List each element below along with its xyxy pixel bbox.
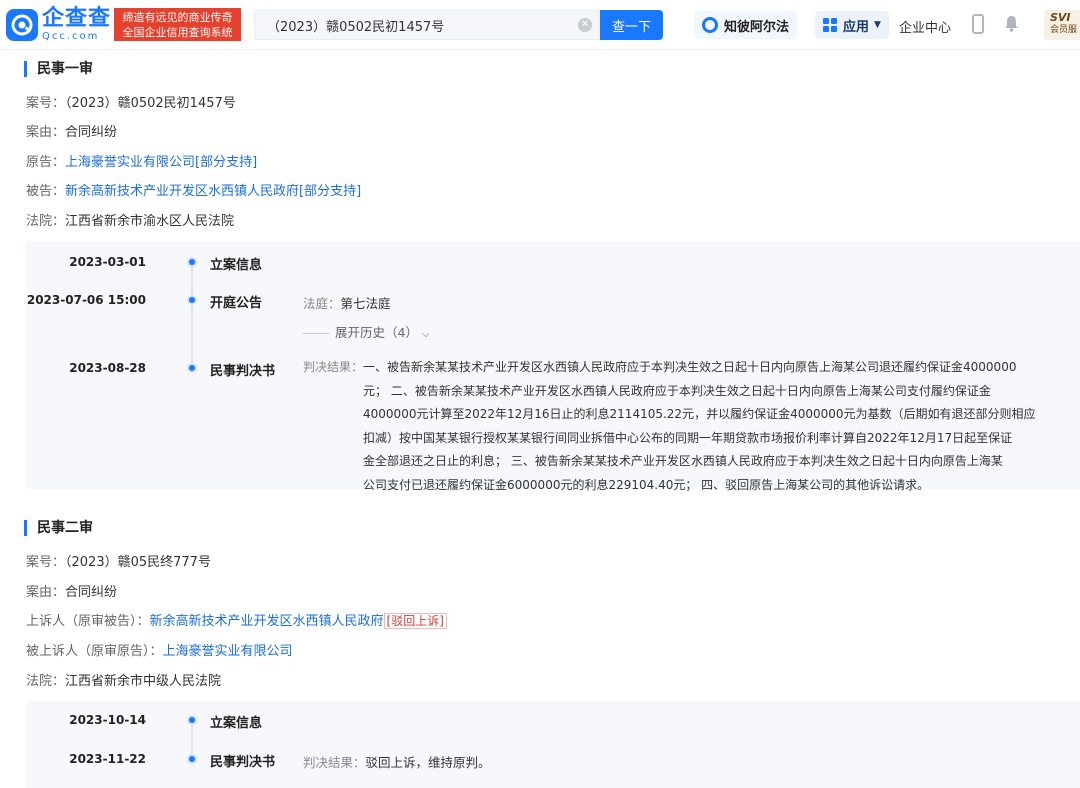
hearing-detail: 法庭：第七法庭 — [303, 293, 391, 312]
timeline-panel-second: 2023-10-14 立案信息 2023-11-22 民事判决书 判决结果：驳回… — [26, 701, 1080, 788]
plaintiff-row: 原告：上海豪誉实业有限公司[部分支持] — [26, 151, 257, 170]
appellee-label: 被上诉人（原审原告）： — [26, 644, 163, 659]
judgment-line: 扣减）按中国某某银行授权某某银行间同业拆借中心公布的同期一年期贷款市场报价利率计… — [363, 430, 1013, 445]
case-number-value: （2023）赣05民终777号 — [65, 555, 211, 570]
logo-icon — [6, 9, 38, 41]
timeline-line — [191, 261, 193, 369]
phone-icon[interactable] — [972, 14, 984, 34]
court-row: 法院：江西省新余市渝水区人民法院 — [26, 210, 234, 229]
plaintiff-result-tag: [部分支持] — [195, 155, 258, 170]
defendant-label: 被告： — [26, 184, 66, 199]
judgment-line: 元； 二、被告新余某某技术产业开发区水西镇人民政府应于本判决生效之日起十日内向原… — [363, 383, 991, 398]
court-row: 法院：江西省新余市中级人民法院 — [26, 670, 221, 689]
zhibi-label: 知彼阿尔法 — [724, 19, 790, 35]
appellee-row: 被上诉人（原审原告）：上海豪誉实业有限公司 — [26, 640, 293, 659]
appeal-result-tag: [驳回上诉] — [383, 613, 447, 629]
case-number-label: 案号： — [26, 555, 66, 570]
bell-icon[interactable] — [1004, 15, 1019, 32]
defendant-row: 被告：新余高新技术产业开发区水西镇人民政府[部分支持] — [26, 180, 361, 199]
svip-title: SVI — [1050, 11, 1071, 24]
judgment-result: 判决结果： 一、被告新余某某技术产业开发区水西镇人民政府应于本判决生效之日起十日… — [303, 356, 1073, 497]
timeline-dot — [187, 715, 197, 725]
clear-icon[interactable]: ✕ — [578, 18, 592, 32]
section-title-first-instance: 民事一审 — [24, 61, 93, 77]
search-box: ✕ — [254, 10, 600, 40]
timeline-type: 立案信息 — [210, 716, 263, 731]
logo-en-text: Qcc.com — [42, 31, 100, 42]
case-number-row: 案号：（2023）赣0502民初1457号 — [26, 92, 236, 111]
judgment-line: 公司支付已退还履约保证金6000000元的利息229104.40元； 四、驳回原… — [363, 477, 930, 492]
timeline-date: 2023-03-01 — [69, 255, 146, 269]
appellant-label: 上诉人（原审被告）： — [26, 614, 150, 629]
case-cause-value: 合同纠纷 — [65, 125, 118, 140]
appellant-link[interactable]: 新余高新技术产业开发区水西镇人民政府 — [150, 614, 384, 629]
search-input[interactable] — [255, 11, 575, 39]
defendant-link[interactable]: 新余高新技术产业开发区水西镇人民政府 — [65, 184, 299, 199]
svip-subtitle: 会员服 — [1050, 25, 1078, 35]
app-menu-button[interactable]: 应用 ▼ — [815, 11, 889, 39]
case-cause-label: 案由： — [26, 585, 66, 600]
court-value: 江西省新余市渝水区人民法院 — [65, 214, 235, 229]
caret-down-icon: ▼ — [874, 20, 881, 30]
timeline-dot — [187, 295, 197, 305]
timeline-date: 2023-10-14 — [69, 713, 146, 727]
court-label: 法院： — [26, 214, 66, 229]
zhibi-logo-icon — [702, 17, 718, 33]
section-title-second-instance: 民事二审 — [24, 520, 93, 536]
expand-history-label: 展开历史（4） — [335, 325, 418, 340]
judgment-result-label: 判决结果： — [303, 755, 366, 770]
judgment-result-label: 判决结果： — [303, 360, 364, 374]
timeline-date: 2023-07-06 15:00 — [26, 293, 146, 307]
timeline-date: 2023-11-22 — [69, 752, 146, 766]
timeline-dot — [187, 754, 197, 764]
plaintiff-label: 原告： — [26, 155, 66, 170]
defendant-result-tag: [部分支持] — [299, 184, 362, 199]
timeline-type: 民事判决书 — [210, 755, 276, 770]
dash-line — [303, 333, 329, 334]
courtroom-value: 第七法庭 — [340, 296, 391, 311]
plaintiff-link[interactable]: 上海豪誉实业有限公司 — [65, 155, 195, 170]
timeline-type: 民事判决书 — [210, 364, 276, 379]
case-number-row: 案号：（2023）赣05民终777号 — [26, 551, 211, 570]
chevron-down-icon: ⌵ — [421, 329, 430, 340]
logo-cn-text: 企查查 — [42, 6, 112, 31]
top-header: 企查查 Qcc.com 缔造有远见的商业传奇 全国企业信用查询系统 ✕ 查一下 … — [0, 0, 1080, 50]
court-label: 法院： — [26, 674, 66, 689]
court-value: 江西省新余市中级人民法院 — [65, 674, 222, 689]
timeline-type: 立案信息 — [210, 258, 263, 273]
search-button[interactable]: 查一下 — [600, 10, 663, 40]
case-cause-value: 合同纠纷 — [65, 585, 118, 600]
case-number-label: 案号： — [26, 96, 66, 111]
timeline-dot — [187, 363, 197, 373]
zhibi-alpha-button[interactable]: 知彼阿尔法 — [694, 11, 798, 39]
qcc-logo[interactable]: 企查查 Qcc.com — [6, 8, 111, 42]
timeline-type: 开庭公告 — [210, 296, 263, 311]
grid-icon — [823, 18, 837, 32]
judgment-line: 4000000元计算至2022年12月16日止的利息2114105.22元，并以… — [363, 407, 1036, 421]
svip-badge[interactable]: SVI 会员服 — [1044, 10, 1080, 40]
judgment-result-text: 一、被告新余某某技术产业开发区水西镇人民政府应于本判决生效之日起十日内向原告上海… — [363, 356, 1036, 497]
courtroom-label: 法庭： — [303, 296, 341, 311]
slogan-line-2: 全国企业信用查询系统 — [122, 26, 233, 39]
judgment-result-text: 驳回上诉，维持原判。 — [365, 755, 491, 770]
case-cause-label: 案由： — [26, 125, 66, 140]
judgment-line: 金全部退还之日止的利息； 三、被告新余某某技术产业开发区水西镇人民政府应于本判决… — [363, 454, 1003, 468]
timeline-dot — [187, 257, 197, 267]
slogan-line-1: 缔造有远见的商业传奇 — [122, 11, 233, 24]
judgment-line: 一、被告新余某某技术产业开发区水西镇人民政府应于本判决生效之日起十日内向原告上海… — [363, 360, 1017, 374]
case-number-value: （2023）赣0502民初1457号 — [65, 96, 236, 111]
judgment-result: 判决结果：驳回上诉，维持原判。 — [303, 752, 491, 771]
timeline-date: 2023-08-28 — [69, 361, 146, 375]
enterprise-center-link[interactable]: 企业中心 — [899, 17, 951, 36]
case-cause-row: 案由：合同纠纷 — [26, 121, 117, 140]
appellant-row: 上诉人（原审被告）：新余高新技术产业开发区水西镇人民政府 [驳回上诉] — [26, 610, 447, 629]
expand-history-link[interactable]: 展开历史（4） ⌵ — [303, 322, 430, 341]
app-label: 应用 — [843, 19, 870, 35]
timeline-panel-first: 2023-03-01 立案信息 2023-07-06 15:00 开庭公告 法庭… — [26, 241, 1080, 492]
appellee-link[interactable]: 上海豪誉实业有限公司 — [163, 644, 293, 659]
case-cause-row: 案由：合同纠纷 — [26, 581, 117, 600]
slogan-banner: 缔造有远见的商业传奇 全国企业信用查询系统 — [114, 8, 241, 41]
